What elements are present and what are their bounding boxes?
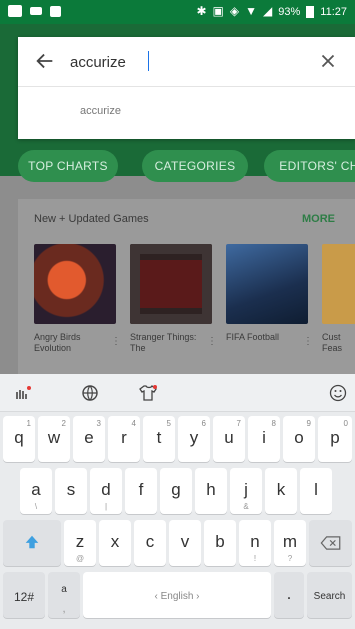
- tab-categories[interactable]: CATEGORIES: [142, 150, 248, 182]
- signal-icon: ◢: [263, 4, 273, 18]
- tab-editors-choice[interactable]: EDITORS' CH: [264, 150, 355, 182]
- soft-keyboard: 1q 2w 3e 4r 5t 6y 7u 8i 9o 0p a \ s d | f …: [0, 374, 355, 629]
- key-x[interactable]: x: [99, 520, 131, 566]
- sync-icon: ◈: [229, 4, 240, 18]
- key-g[interactable]: g: [160, 468, 192, 514]
- comma-key[interactable]: a,: [48, 572, 80, 618]
- shift-key[interactable]: [3, 520, 61, 566]
- key-r[interactable]: 4r: [108, 416, 140, 462]
- battery-icon: [306, 5, 315, 18]
- key-m[interactable]: m?: [274, 520, 306, 566]
- key-e[interactable]: 3e: [73, 416, 105, 462]
- emoji-icon[interactable]: [328, 383, 348, 403]
- more-options-icon[interactable]: ⋮: [207, 336, 217, 347]
- key-v[interactable]: v: [169, 520, 201, 566]
- more-button[interactable]: MORE: [302, 213, 335, 225]
- key-y[interactable]: 6y: [178, 416, 210, 462]
- wifi-icon: ▼: [245, 4, 258, 18]
- game-card[interactable]: Stranger Things: The ⋮: [130, 244, 217, 354]
- clock: 11:27: [320, 5, 347, 18]
- game-card[interactable]: FIFA Football ⋮: [226, 244, 313, 347]
- close-icon[interactable]: [317, 50, 339, 72]
- suggestion-text: accurize: [80, 105, 121, 117]
- theme-shirt-icon[interactable]: [138, 383, 158, 403]
- more-options-icon[interactable]: ⋮: [111, 336, 121, 347]
- key-f[interactable]: f: [125, 468, 157, 514]
- notification-icon: [8, 5, 22, 17]
- game-card[interactable]: Angry Birds Evolution ⋮: [34, 244, 121, 354]
- key-q[interactable]: 1q: [3, 416, 35, 462]
- text-cursor: [148, 51, 149, 71]
- backspace-icon: [320, 536, 341, 550]
- key-p[interactable]: 0p: [318, 416, 352, 462]
- key-c[interactable]: c: [134, 520, 166, 566]
- game-title: Angry Birds Evolution: [34, 332, 81, 353]
- key-i[interactable]: 8i: [248, 416, 280, 462]
- message-icon: [30, 7, 42, 15]
- nfc-icon: ▣: [212, 4, 224, 18]
- game-thumbnail: [130, 244, 212, 324]
- key-z[interactable]: z @: [64, 520, 96, 566]
- key-j[interactable]: j &: [230, 468, 262, 514]
- globe-icon[interactable]: [80, 383, 100, 403]
- battery-percent: 93%: [278, 5, 301, 18]
- key-h[interactable]: h: [195, 468, 227, 514]
- app-icon: [50, 5, 61, 17]
- game-thumbnail: [322, 244, 355, 324]
- back-arrow-icon[interactable]: [34, 50, 56, 72]
- game-thumbnail: [226, 244, 308, 324]
- game-thumbnail: [34, 244, 116, 324]
- search-bar: [18, 37, 355, 87]
- key-w[interactable]: 2w: [38, 416, 70, 462]
- key-s[interactable]: s: [55, 468, 87, 514]
- keyboard-toolbar: [0, 374, 355, 412]
- key-l[interactable]: l: [300, 468, 332, 514]
- key-a[interactable]: a \: [20, 468, 52, 514]
- game-title: Cust Feas: [322, 332, 343, 353]
- game-title: FIFA Football: [226, 332, 280, 342]
- search-input[interactable]: [70, 48, 300, 76]
- tab-top-charts[interactable]: TOP CHARTS: [18, 150, 118, 182]
- key-b[interactable]: b: [204, 520, 236, 566]
- bluetooth-icon: ✱: [196, 4, 207, 18]
- shift-icon: [25, 535, 39, 549]
- search-action-key[interactable]: Search: [307, 572, 352, 618]
- backspace-key[interactable]: [309, 520, 352, 566]
- more-options-icon[interactable]: ⋮: [303, 336, 313, 347]
- period-key[interactable]: .: [274, 572, 304, 618]
- search-suggestion[interactable]: accurize: [18, 87, 355, 139]
- search-panel: accurize: [18, 37, 355, 139]
- status-bar: ✱ ▣ ◈ ▼ ◢ 93% 11:27: [0, 0, 355, 24]
- key-k[interactable]: k: [265, 468, 297, 514]
- space-key[interactable]: ‹ English ›: [83, 572, 271, 618]
- hand-gesture-icon[interactable]: [12, 383, 32, 403]
- symbols-key[interactable]: 12#: [3, 572, 45, 618]
- key-n[interactable]: n!: [239, 520, 271, 566]
- games-section: New + Updated Games MORE Angry Birds Evo…: [18, 199, 355, 374]
- game-card[interactable]: Cust Feas: [322, 244, 355, 354]
- game-title: Stranger Things: The: [130, 332, 197, 353]
- key-o[interactable]: 9o: [283, 416, 315, 462]
- key-u[interactable]: 7u: [213, 416, 245, 462]
- section-title: New + Updated Games: [34, 213, 149, 225]
- key-t[interactable]: 5t: [143, 416, 175, 462]
- key-d[interactable]: d |: [90, 468, 122, 514]
